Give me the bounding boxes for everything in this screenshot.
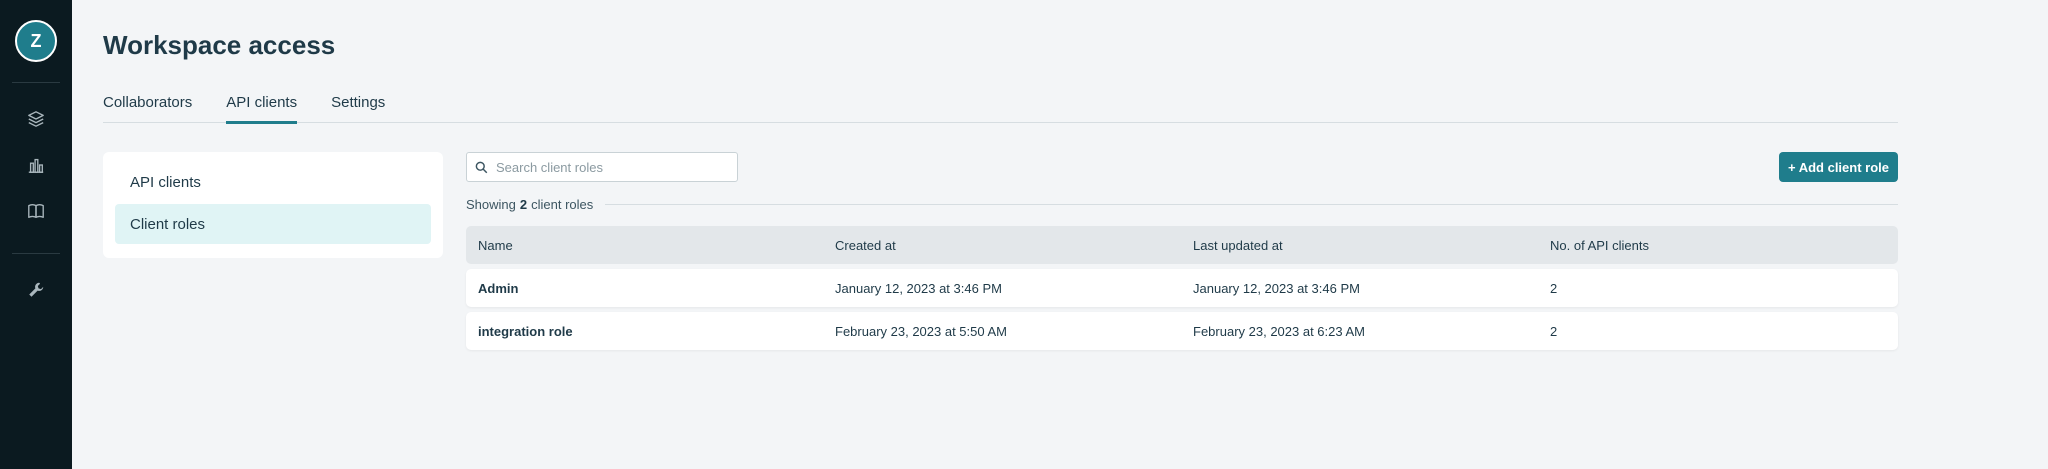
role-api-clients: 2 xyxy=(1550,323,1558,339)
role-name: Admin xyxy=(478,280,519,296)
layers-icon[interactable] xyxy=(16,99,56,139)
book-icon[interactable] xyxy=(16,191,56,231)
role-created: January 12, 2023 at 3:46 PM xyxy=(835,280,1002,296)
tab-settings[interactable]: Settings xyxy=(331,94,385,123)
results-summary: Showing 2 client roles xyxy=(466,194,1898,214)
wrench-icon[interactable] xyxy=(16,270,56,310)
rail-nav xyxy=(16,99,56,231)
role-api-clients: 2 xyxy=(1550,280,1558,296)
subnav-item-client-roles[interactable]: Client roles xyxy=(115,204,431,244)
subnav-item-api-clients[interactable]: API clients xyxy=(115,162,431,202)
avatar[interactable]: Z xyxy=(15,20,57,62)
search-icon xyxy=(475,161,488,173)
page-title: Workspace access xyxy=(103,30,336,60)
sub-nav: API clients Client roles xyxy=(103,152,443,258)
column-header-updated: Last updated at xyxy=(1193,237,1283,253)
add-client-role-button[interactable]: + Add client role xyxy=(1779,152,1898,182)
summary-count: 2 xyxy=(519,196,528,212)
column-header-created: Created at xyxy=(835,237,896,253)
search-box xyxy=(466,152,738,182)
table-header: Name Created at Last updated at No. of A… xyxy=(466,226,1898,264)
summary-prefix: Showing xyxy=(466,196,516,212)
summary-suffix: client roles xyxy=(531,196,594,212)
search-input[interactable] xyxy=(496,159,726,175)
role-updated: February 23, 2023 at 6:23 AM xyxy=(1193,323,1365,339)
tab-bar: Collaborators API clients Settings xyxy=(103,94,1898,124)
left-rail: Z xyxy=(0,0,72,469)
column-header-api-clients: No. of API clients xyxy=(1550,237,1649,253)
tab-api-clients[interactable]: API clients xyxy=(226,94,297,124)
role-updated: January 12, 2023 at 3:46 PM xyxy=(1193,280,1360,296)
column-header-name: Name xyxy=(478,237,513,253)
rail-divider xyxy=(12,253,60,254)
table-row[interactable]: Admin January 12, 2023 at 3:46 PM Januar… xyxy=(466,269,1898,307)
table-row[interactable]: integration role February 23, 2023 at 5:… xyxy=(466,312,1898,350)
bar-chart-icon[interactable] xyxy=(16,145,56,185)
client-roles-table: Name Created at Last updated at No. of A… xyxy=(466,226,1898,350)
role-name: integration role xyxy=(478,323,573,339)
summary-divider xyxy=(605,203,1898,205)
rail-divider xyxy=(12,82,60,83)
role-created: February 23, 2023 at 5:50 AM xyxy=(835,323,1007,339)
tab-collaborators[interactable]: Collaborators xyxy=(103,94,192,123)
